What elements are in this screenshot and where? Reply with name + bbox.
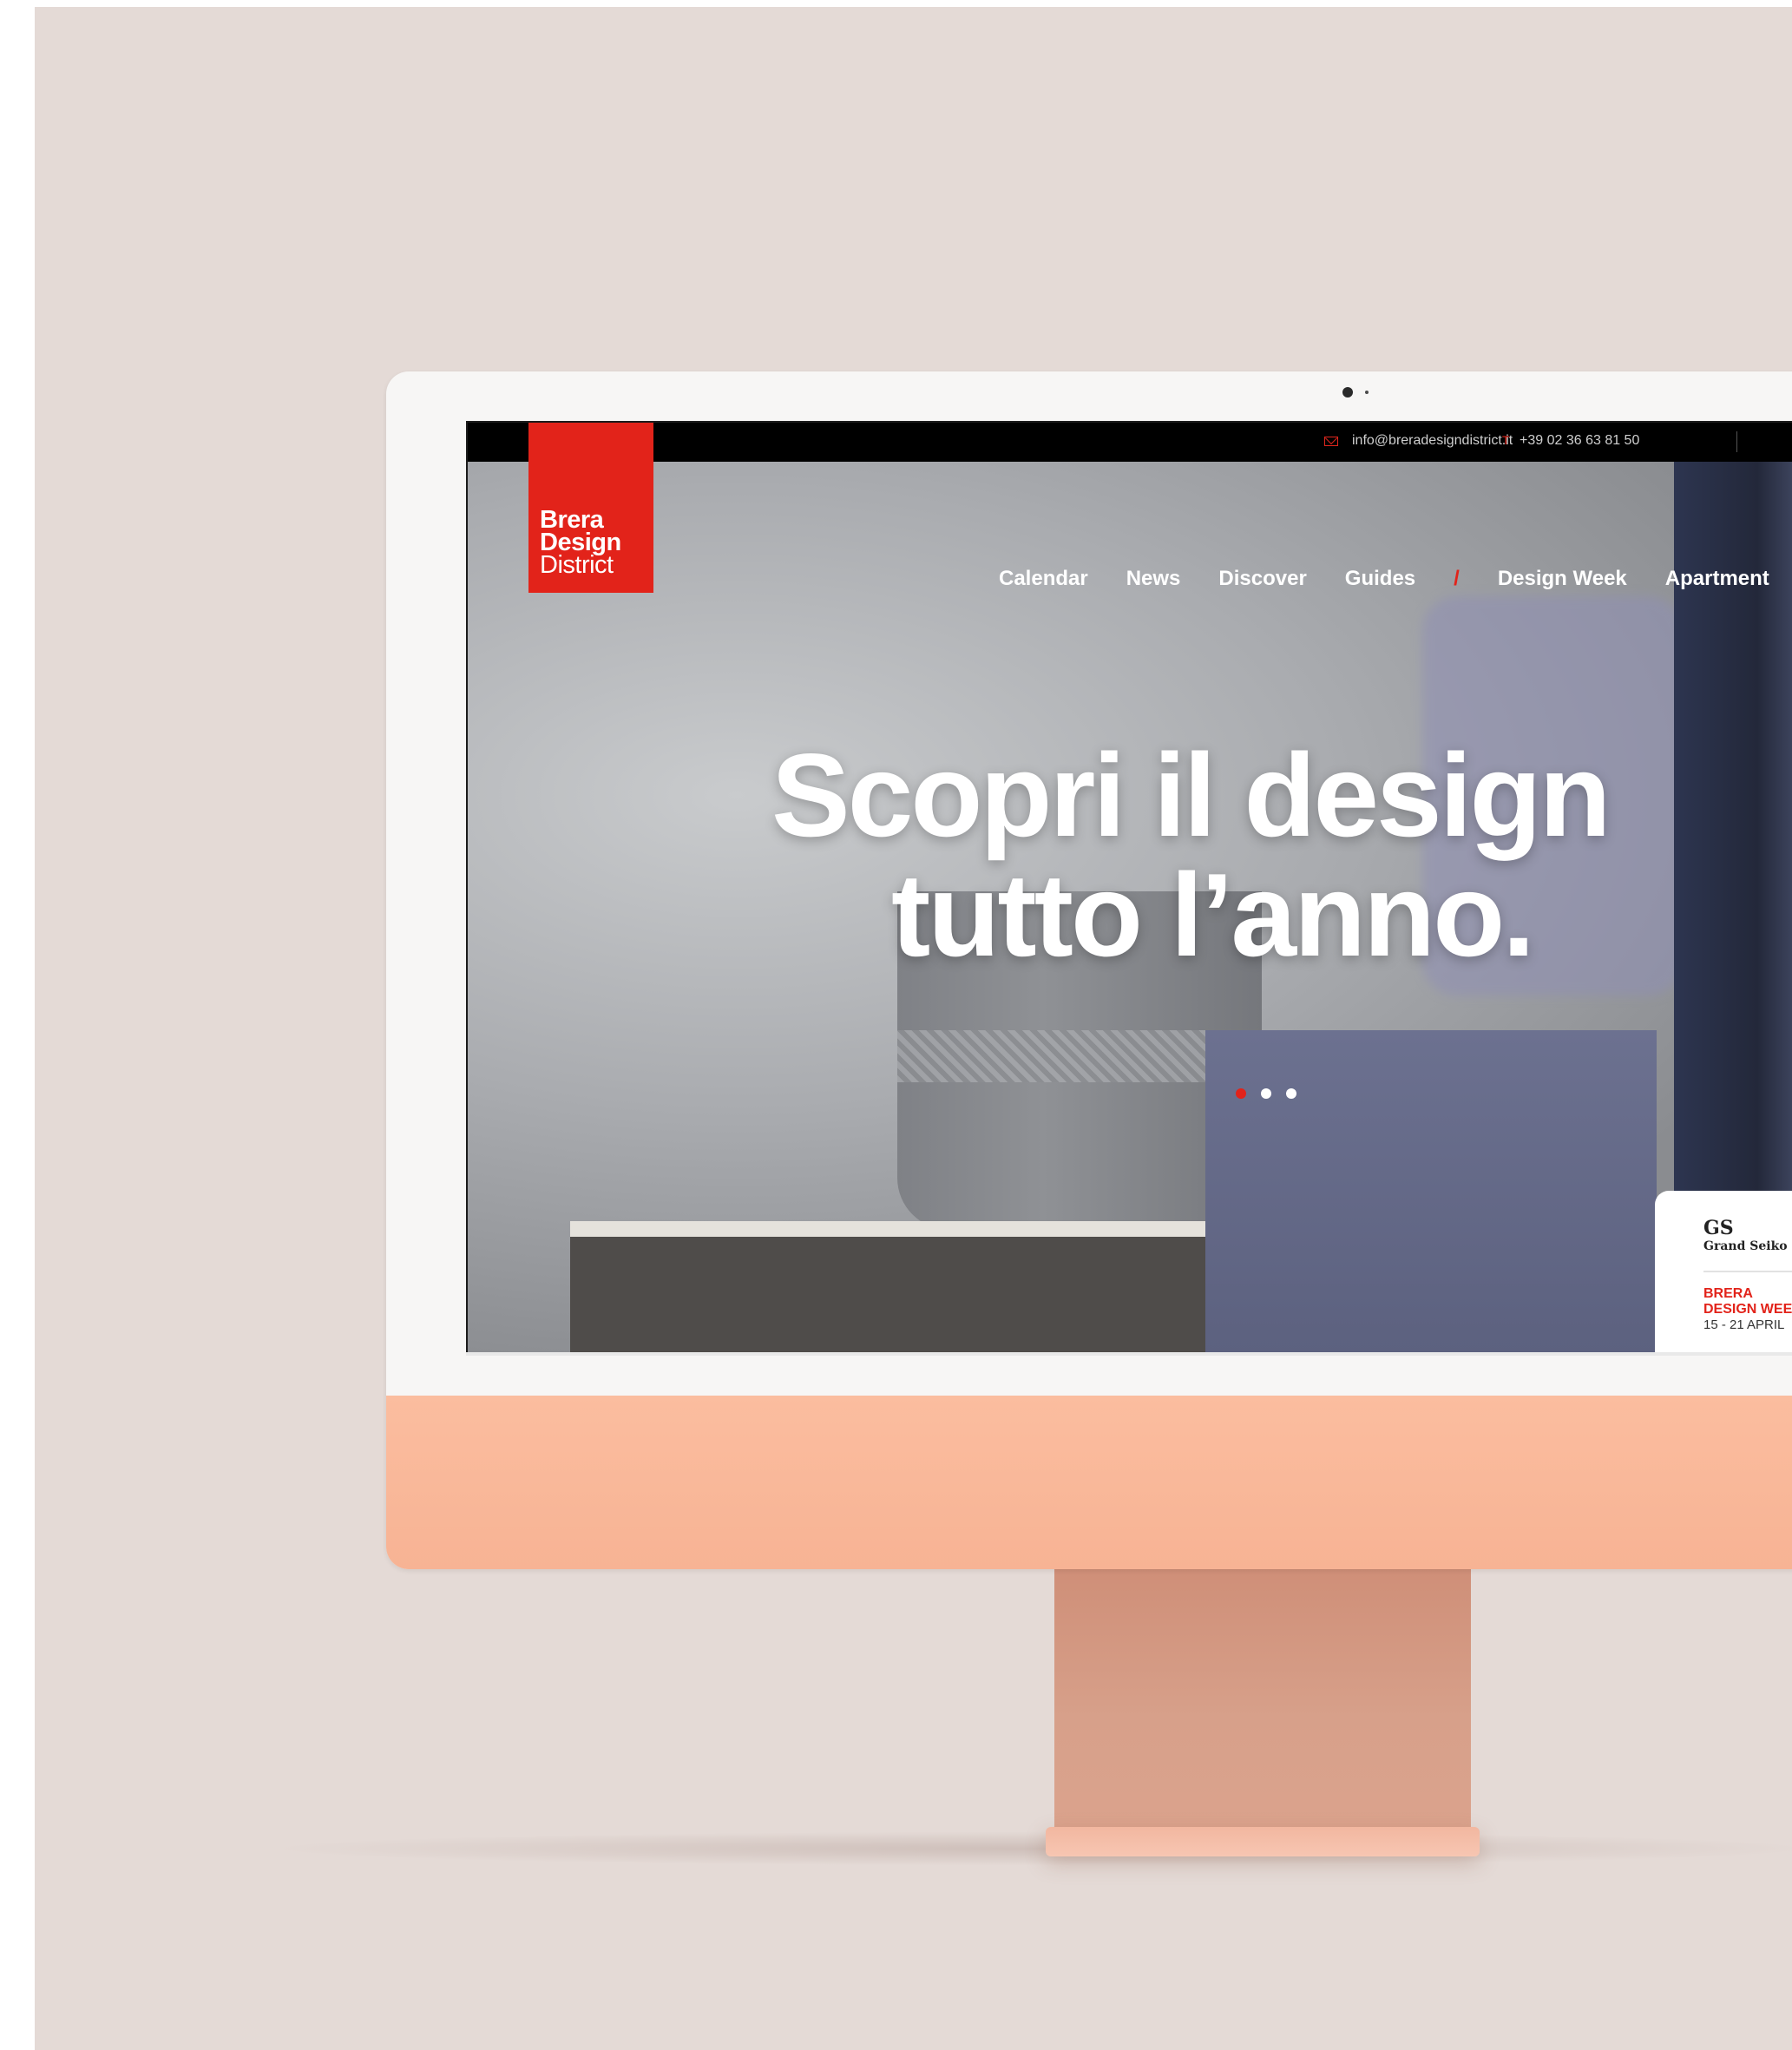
nav-item-guides[interactable]: Guides	[1345, 567, 1415, 591]
topbar-divider	[1736, 431, 1737, 452]
screen-bezel-bottom	[466, 1352, 1792, 1356]
promo-title-line2: DESIGN WEEK	[1703, 1302, 1792, 1317]
website-screen: info@breradesigndistrict.it T +39 02 36 …	[466, 421, 1792, 1354]
nav-item-discover[interactable]: Discover	[1218, 567, 1306, 591]
promo-brand: Grand Seiko	[1703, 1239, 1788, 1253]
slider-dot-1[interactable]	[1236, 1088, 1246, 1099]
nav-item-design-week[interactable]: Design Week	[1498, 567, 1627, 591]
hero-headline-line1: Scopri il design	[771, 729, 1611, 861]
hero-headline-line2: tutto l’anno.	[891, 849, 1535, 981]
hero-sculpture-texture	[897, 1030, 1210, 1082]
hero-pedestal	[570, 1221, 1212, 1354]
imac-stand	[1054, 1569, 1471, 1840]
nav-separator: /	[1454, 567, 1460, 590]
email-link[interactable]: info@breradesigndistrict.it	[1352, 433, 1513, 449]
imac-stand-foot	[1046, 1827, 1480, 1856]
slider-dot-3[interactable]	[1286, 1088, 1296, 1099]
promo-card[interactable]: GS Grand Seiko BRERA DESIGN WEEK 15 - 21…	[1655, 1191, 1792, 1354]
logo-word-district: District	[540, 551, 614, 579]
nav-item-apartment[interactable]: Apartment	[1665, 567, 1769, 591]
phone-icon: T	[1502, 433, 1510, 447]
phone-link[interactable]: +39 02 36 63 81 50	[1520, 433, 1639, 449]
imac-chin	[386, 1396, 1792, 1569]
nav-item-calendar[interactable]: Calendar	[999, 567, 1088, 591]
slider-dot-2[interactable]	[1261, 1088, 1271, 1099]
hero-block	[1205, 1030, 1657, 1354]
mail-icon	[1324, 437, 1338, 446]
promo-divider	[1703, 1271, 1792, 1272]
grand-seiko-monogram: GS	[1703, 1217, 1734, 1239]
main-nav: Calendar News Discover Guides / Design W…	[999, 562, 1792, 596]
promo-dates: 15 - 21 APRIL	[1703, 1317, 1785, 1332]
top-contact-bar: info@breradesigndistrict.it T +39 02 36 …	[468, 423, 1792, 462]
camera-led	[1365, 391, 1369, 394]
camera-icon	[1342, 387, 1353, 398]
promo-title-line1: BRERA	[1703, 1286, 1753, 1301]
site-logo[interactable]: Brera Design District	[528, 423, 653, 593]
floor-shadow	[260, 1831, 1792, 1866]
nav-item-news[interactable]: News	[1126, 567, 1181, 591]
slider-dots	[1236, 1088, 1311, 1099]
